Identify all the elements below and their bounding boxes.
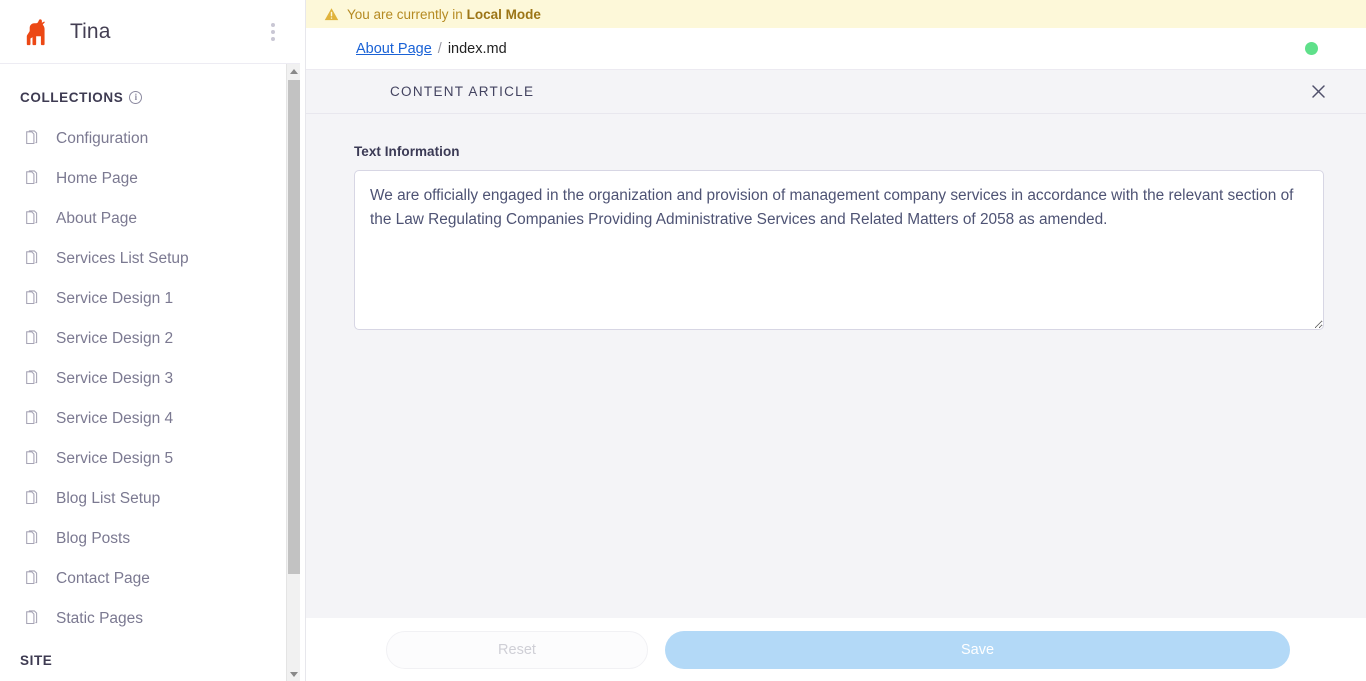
document-copy-icon <box>26 210 38 225</box>
document-copy-icon <box>26 530 38 545</box>
kebab-dot <box>271 29 275 34</box>
sidebar-item-home-page[interactable]: Home Page <box>0 159 286 199</box>
local-mode-text: You are currently in Local Mode <box>347 7 541 22</box>
content-form-panel: CONTENT ARTICLE Text Information Reset S… <box>306 70 1366 681</box>
form-footer: Reset Save <box>306 618 1366 681</box>
kebab-dot <box>271 22 275 27</box>
banner-text-prefix: You are currently in <box>347 6 467 22</box>
sidebar-scrollbar-thumb[interactable] <box>288 80 300 574</box>
sidebar-item-service-design-4[interactable]: Service Design 4 <box>0 399 286 439</box>
sidebar-item-label: Service Design 1 <box>56 290 174 307</box>
local-mode-banner: You are currently in Local Mode <box>306 0 1366 28</box>
breadcrumb-parent-link[interactable]: About Page <box>356 41 432 57</box>
document-copy-icon <box>26 250 38 265</box>
collections-section-header: COLLECTIONS i <box>0 64 286 105</box>
sidebar-item-label: Contact Page <box>56 570 150 587</box>
form-title: CONTENT ARTICLE <box>390 84 535 99</box>
reset-button[interactable]: Reset <box>386 630 648 669</box>
sidebar-item-label: Blog Posts <box>56 530 131 547</box>
sidebar-item-label: Service Design 5 <box>56 450 174 467</box>
sidebar-header: Tina <box>0 0 300 64</box>
sidebar-item-label: Configuration <box>56 130 149 147</box>
sidebar-item-configuration[interactable]: Configuration <box>0 119 286 159</box>
document-copy-icon <box>26 410 38 425</box>
sidebar-item-service-design-3[interactable]: Service Design 3 <box>0 359 286 399</box>
save-button[interactable]: Save <box>665 630 1290 669</box>
scroll-down-arrow-icon[interactable] <box>287 667 300 681</box>
text-information-input[interactable] <box>354 170 1324 330</box>
brand-title: Tina <box>70 20 111 43</box>
breadcrumb-current-file: index.md <box>447 40 507 57</box>
document-copy-icon <box>26 610 38 625</box>
kebab-dot <box>271 36 275 41</box>
breadcrumb-bar: About Page / index.md <box>306 28 1366 70</box>
app-root: Tina COLLECTIONS i Configuration Home Pa <box>0 0 1366 681</box>
document-copy-icon <box>26 450 38 465</box>
text-information-label: Text Information <box>354 144 460 159</box>
info-icon[interactable]: i <box>129 91 143 104</box>
sidebar-item-label: Service Design 4 <box>56 410 174 427</box>
sidebar-item-label: Home Page <box>56 170 138 187</box>
kebab-menu-icon[interactable] <box>260 15 286 49</box>
breadcrumb: About Page / index.md <box>356 41 1305 57</box>
sidebar-item-about-page[interactable]: About Page <box>0 199 286 239</box>
warning-triangle-icon <box>324 7 339 20</box>
status-indicator-dot <box>1305 42 1318 55</box>
document-copy-icon <box>26 170 38 185</box>
site-label: SITE <box>20 653 53 668</box>
sidebar-item-label: Blog List Setup <box>56 490 161 507</box>
document-copy-icon <box>26 370 38 385</box>
document-copy-icon <box>26 570 38 585</box>
sidebar-item-blog-posts[interactable]: Blog Posts <box>0 519 286 559</box>
document-copy-icon <box>26 130 38 145</box>
collections-label: COLLECTIONS <box>20 90 124 105</box>
sidebar: Tina COLLECTIONS i Configuration Home Pa <box>0 0 300 681</box>
sidebar-item-label: About Page <box>56 210 138 227</box>
document-copy-icon <box>26 490 38 505</box>
banner-mode-name: Local Mode <box>466 6 541 22</box>
scroll-up-arrow-icon[interactable] <box>287 64 300 78</box>
form-body: Text Information <box>306 114 1366 618</box>
sidebar-item-services-list-setup[interactable]: Services List Setup <box>0 239 286 279</box>
sidebar-item-label: Static Pages <box>56 610 144 627</box>
breadcrumb-separator: / <box>437 40 442 57</box>
sidebar-item-blog-list-setup[interactable]: Blog List Setup <box>0 479 286 519</box>
sidebar-scrollbar[interactable] <box>286 64 300 681</box>
sidebar-item-label: Service Design 2 <box>56 330 174 347</box>
sidebar-item-label: Service Design 3 <box>56 370 174 387</box>
llama-logo-icon <box>26 18 45 45</box>
document-copy-icon <box>26 290 38 305</box>
sidebar-item-static-pages[interactable]: Static Pages <box>0 599 286 639</box>
document-copy-icon <box>26 330 38 345</box>
site-section: SITE <box>0 639 286 668</box>
sidebar-scroll-area: COLLECTIONS i Configuration Home Page Ab… <box>0 64 300 681</box>
sidebar-item-contact-page[interactable]: Contact Page <box>0 559 286 599</box>
sidebar-item-service-design-1[interactable]: Service Design 1 <box>0 279 286 319</box>
form-header: CONTENT ARTICLE <box>306 70 1366 114</box>
close-x-icon[interactable] <box>1306 80 1330 104</box>
sidebar-item-service-design-5[interactable]: Service Design 5 <box>0 439 286 479</box>
content-area: You are currently in Local Mode About Pa… <box>306 0 1366 681</box>
sidebar-item-service-design-2[interactable]: Service Design 2 <box>0 319 286 359</box>
collections-list: Configuration Home Page About Page Servi… <box>0 105 286 639</box>
sidebar-item-label: Services List Setup <box>56 250 189 267</box>
